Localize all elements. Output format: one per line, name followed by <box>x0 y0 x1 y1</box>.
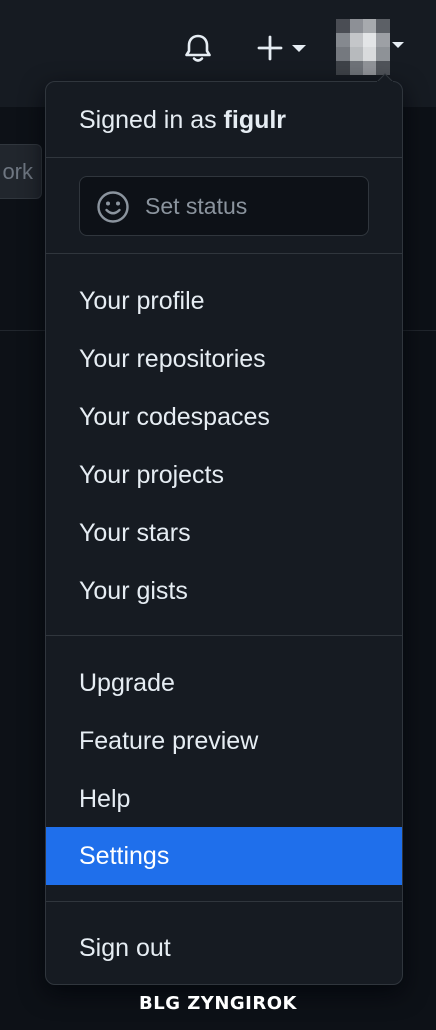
menu-pointer <box>377 73 393 82</box>
background-button-label: ork <box>2 159 33 184</box>
caret-down-icon[interactable] <box>392 40 404 50</box>
background-action-button[interactable]: ork <box>0 144 42 199</box>
signed-in-text: Signed in as figulr <box>79 106 286 135</box>
menu-item-help[interactable]: Help <box>46 770 402 828</box>
menu-item-feature-preview[interactable]: Feature preview <box>46 712 402 770</box>
menu-divider <box>46 901 402 902</box>
menu-divider <box>46 157 402 158</box>
menu-item-your-codespaces[interactable]: Your codespaces <box>46 388 402 446</box>
avatar[interactable] <box>336 19 390 75</box>
menu-item-your-repositories[interactable]: Your repositories <box>46 330 402 388</box>
create-new-button[interactable] <box>254 30 312 66</box>
menu-item-your-gists[interactable]: Your gists <box>46 562 402 620</box>
signed-in-prefix: Signed in as <box>79 106 224 134</box>
menu-divider <box>46 253 402 254</box>
user-dropdown-menu: Signed in as figulr Set status Your prof… <box>45 73 403 985</box>
menu-divider <box>46 635 402 636</box>
menu-item-your-stars[interactable]: Your stars <box>46 504 402 562</box>
username[interactable]: figulr <box>224 106 287 134</box>
menu-item-settings[interactable]: Settings <box>46 827 402 885</box>
watermark-text: BLG ZYNGIROK <box>139 993 297 1014</box>
menu-item-sign-out[interactable]: Sign out <box>46 919 402 977</box>
menu-item-your-projects[interactable]: Your projects <box>46 446 402 504</box>
bell-icon[interactable] <box>180 30 216 66</box>
menu-item-your-profile[interactable]: Your profile <box>46 272 402 330</box>
set-status-label: Set status <box>145 193 248 219</box>
caret-down-icon <box>292 45 306 52</box>
plus-icon <box>257 35 283 61</box>
set-status-button[interactable]: Set status <box>79 176 369 236</box>
menu-item-upgrade[interactable]: Upgrade <box>46 654 402 712</box>
smiley-icon <box>97 191 129 223</box>
